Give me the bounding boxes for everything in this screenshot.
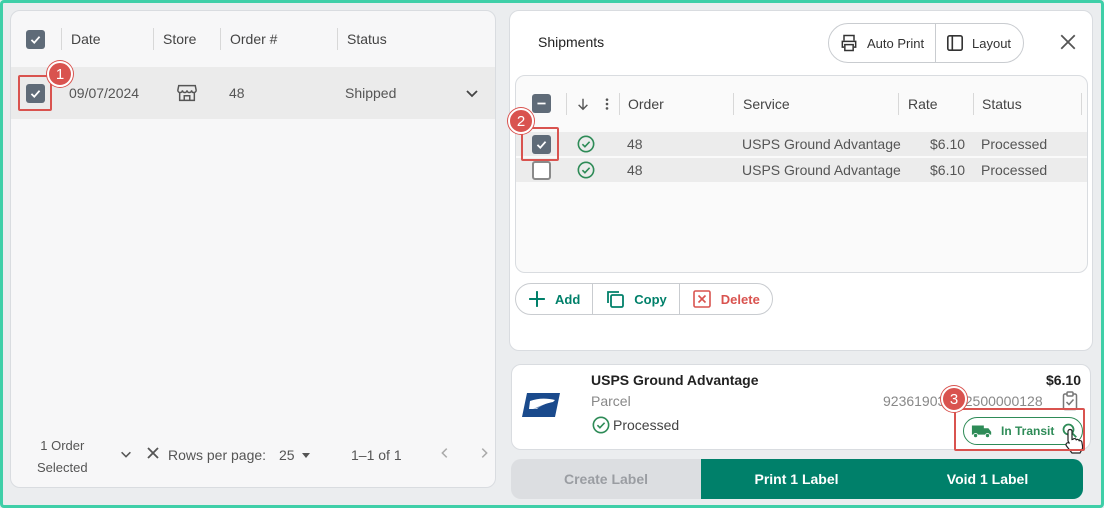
callout-badge-3: 3: [941, 386, 967, 412]
shipments-table-header: Order Service Rate Status: [516, 76, 1087, 131]
shipments-title: Shipments: [538, 34, 605, 50]
label-service: USPS Ground Advantage: [591, 372, 759, 388]
callout-badge-2: 2: [508, 108, 534, 134]
order-number: 48: [229, 85, 245, 101]
void-label-button[interactable]: Void 1 Label: [892, 459, 1083, 499]
callout-highlight-1: [18, 75, 52, 111]
usps-logo-icon: [521, 392, 561, 421]
delete-shipment-button[interactable]: Delete: [680, 284, 772, 314]
add-shipment-button[interactable]: Add: [516, 284, 594, 314]
column-header-status[interactable]: Status: [347, 11, 387, 67]
table-row[interactable]: 48 USPS Ground Advantage $6.10 Processed: [516, 132, 1087, 156]
shipment-order: 48: [627, 136, 643, 152]
copy-icon: [607, 291, 625, 308]
callout-badge-1: 1: [47, 61, 73, 87]
shipment-rate: $6.10: [930, 136, 966, 152]
shipment-status: Processed: [981, 136, 1048, 152]
orders-table-header: Date Store Order # Status: [11, 11, 495, 67]
label-action-buttons: Create Label Print 1 Label Void 1 Label: [511, 459, 1083, 499]
add-label: Add: [555, 291, 581, 307]
delete-icon: [692, 290, 711, 308]
sort-arrow-icon[interactable]: [576, 76, 590, 131]
delete-label: Delete: [720, 291, 760, 307]
prev-page-icon[interactable]: [438, 446, 452, 460]
selection-menu-chevron-icon[interactable]: [119, 447, 133, 461]
column-header-service[interactable]: Service: [743, 76, 790, 131]
callout-highlight-3: [954, 408, 1085, 451]
print-label-button[interactable]: Print 1 Label: [701, 459, 892, 499]
table-row[interactable]: 48 USPS Ground Advantage $6.10 Processed: [516, 158, 1087, 182]
auto-print-button[interactable]: Auto Print: [828, 23, 936, 63]
shipments-table: Order Service Rate Status 48 USPS Ground…: [515, 75, 1088, 273]
check-circle-icon: [577, 132, 595, 156]
label-status-text: Processed: [613, 417, 680, 433]
column-header-order[interactable]: Order: [628, 76, 664, 131]
caret-down-icon: [301, 453, 310, 458]
shipment-rate: $6.10: [930, 162, 966, 178]
pagination-range: 1–1 of 1: [351, 447, 402, 463]
printer-icon: [841, 34, 857, 52]
shipment-status: Processed: [981, 162, 1048, 178]
clear-selection-icon[interactable]: [145, 445, 161, 461]
select-all-orders-checkbox[interactable]: [26, 11, 45, 67]
label-price: $6.10: [1045, 372, 1081, 388]
auto-print-label: Auto Print: [867, 35, 925, 51]
copy-label: Copy: [634, 291, 667, 307]
column-header-date[interactable]: Date: [71, 11, 101, 67]
shipment-service: USPS Ground Advantage: [742, 162, 901, 178]
orders-panel: Date Store Order # Status 09/07/2024 48 …: [10, 10, 496, 488]
shipment-order: 48: [627, 162, 643, 178]
layout-button[interactable]: Layout: [935, 23, 1024, 63]
selected-count: 1 Order Selected: [37, 435, 88, 479]
shipments-panel: Shipments Auto Print Layout Order Servic…: [509, 10, 1093, 351]
close-icon[interactable]: [1059, 33, 1077, 54]
selected-count-number: 1 Order: [40, 438, 85, 453]
orders-table-footer: 1 Order Selected Rows per page: 25 1–1 o…: [11, 427, 495, 487]
create-label-button[interactable]: Create Label: [511, 459, 701, 499]
rows-per-page-value: 25: [279, 447, 295, 463]
order-date: 09/07/2024: [69, 85, 140, 101]
layout-label: Layout: [972, 35, 1012, 51]
column-header-shipment-status[interactable]: Status: [982, 76, 1022, 131]
order-status: Shipped: [345, 85, 397, 101]
rows-per-page-select[interactable]: 25: [279, 447, 311, 463]
label-status: Processed: [592, 416, 679, 434]
column-header-rate[interactable]: Rate: [908, 76, 938, 131]
column-header-store[interactable]: Store: [163, 11, 196, 67]
column-menu-icon[interactable]: [604, 76, 610, 131]
check-circle-icon: [577, 158, 595, 182]
select-all-shipments-checkbox[interactable]: [532, 76, 551, 131]
store-icon: [176, 67, 198, 119]
chevron-down-icon[interactable]: [464, 67, 480, 119]
selected-count-label: Selected: [37, 460, 88, 475]
shipment-actions: Add Copy Delete: [515, 283, 773, 315]
label-package: Parcel: [591, 393, 631, 409]
layout-icon: [946, 34, 964, 52]
check-circle-icon: [592, 416, 610, 434]
plus-icon: [529, 291, 545, 307]
table-row[interactable]: 09/07/2024 48 Shipped: [11, 67, 495, 119]
next-page-icon[interactable]: [477, 446, 491, 460]
column-header-order-number[interactable]: Order #: [230, 11, 277, 67]
shipment-row-checkbox[interactable]: [532, 158, 551, 182]
shipment-service: USPS Ground Advantage: [742, 136, 901, 152]
rows-per-page-label: Rows per page:: [168, 447, 267, 463]
copy-shipment-button[interactable]: Copy: [593, 284, 680, 314]
